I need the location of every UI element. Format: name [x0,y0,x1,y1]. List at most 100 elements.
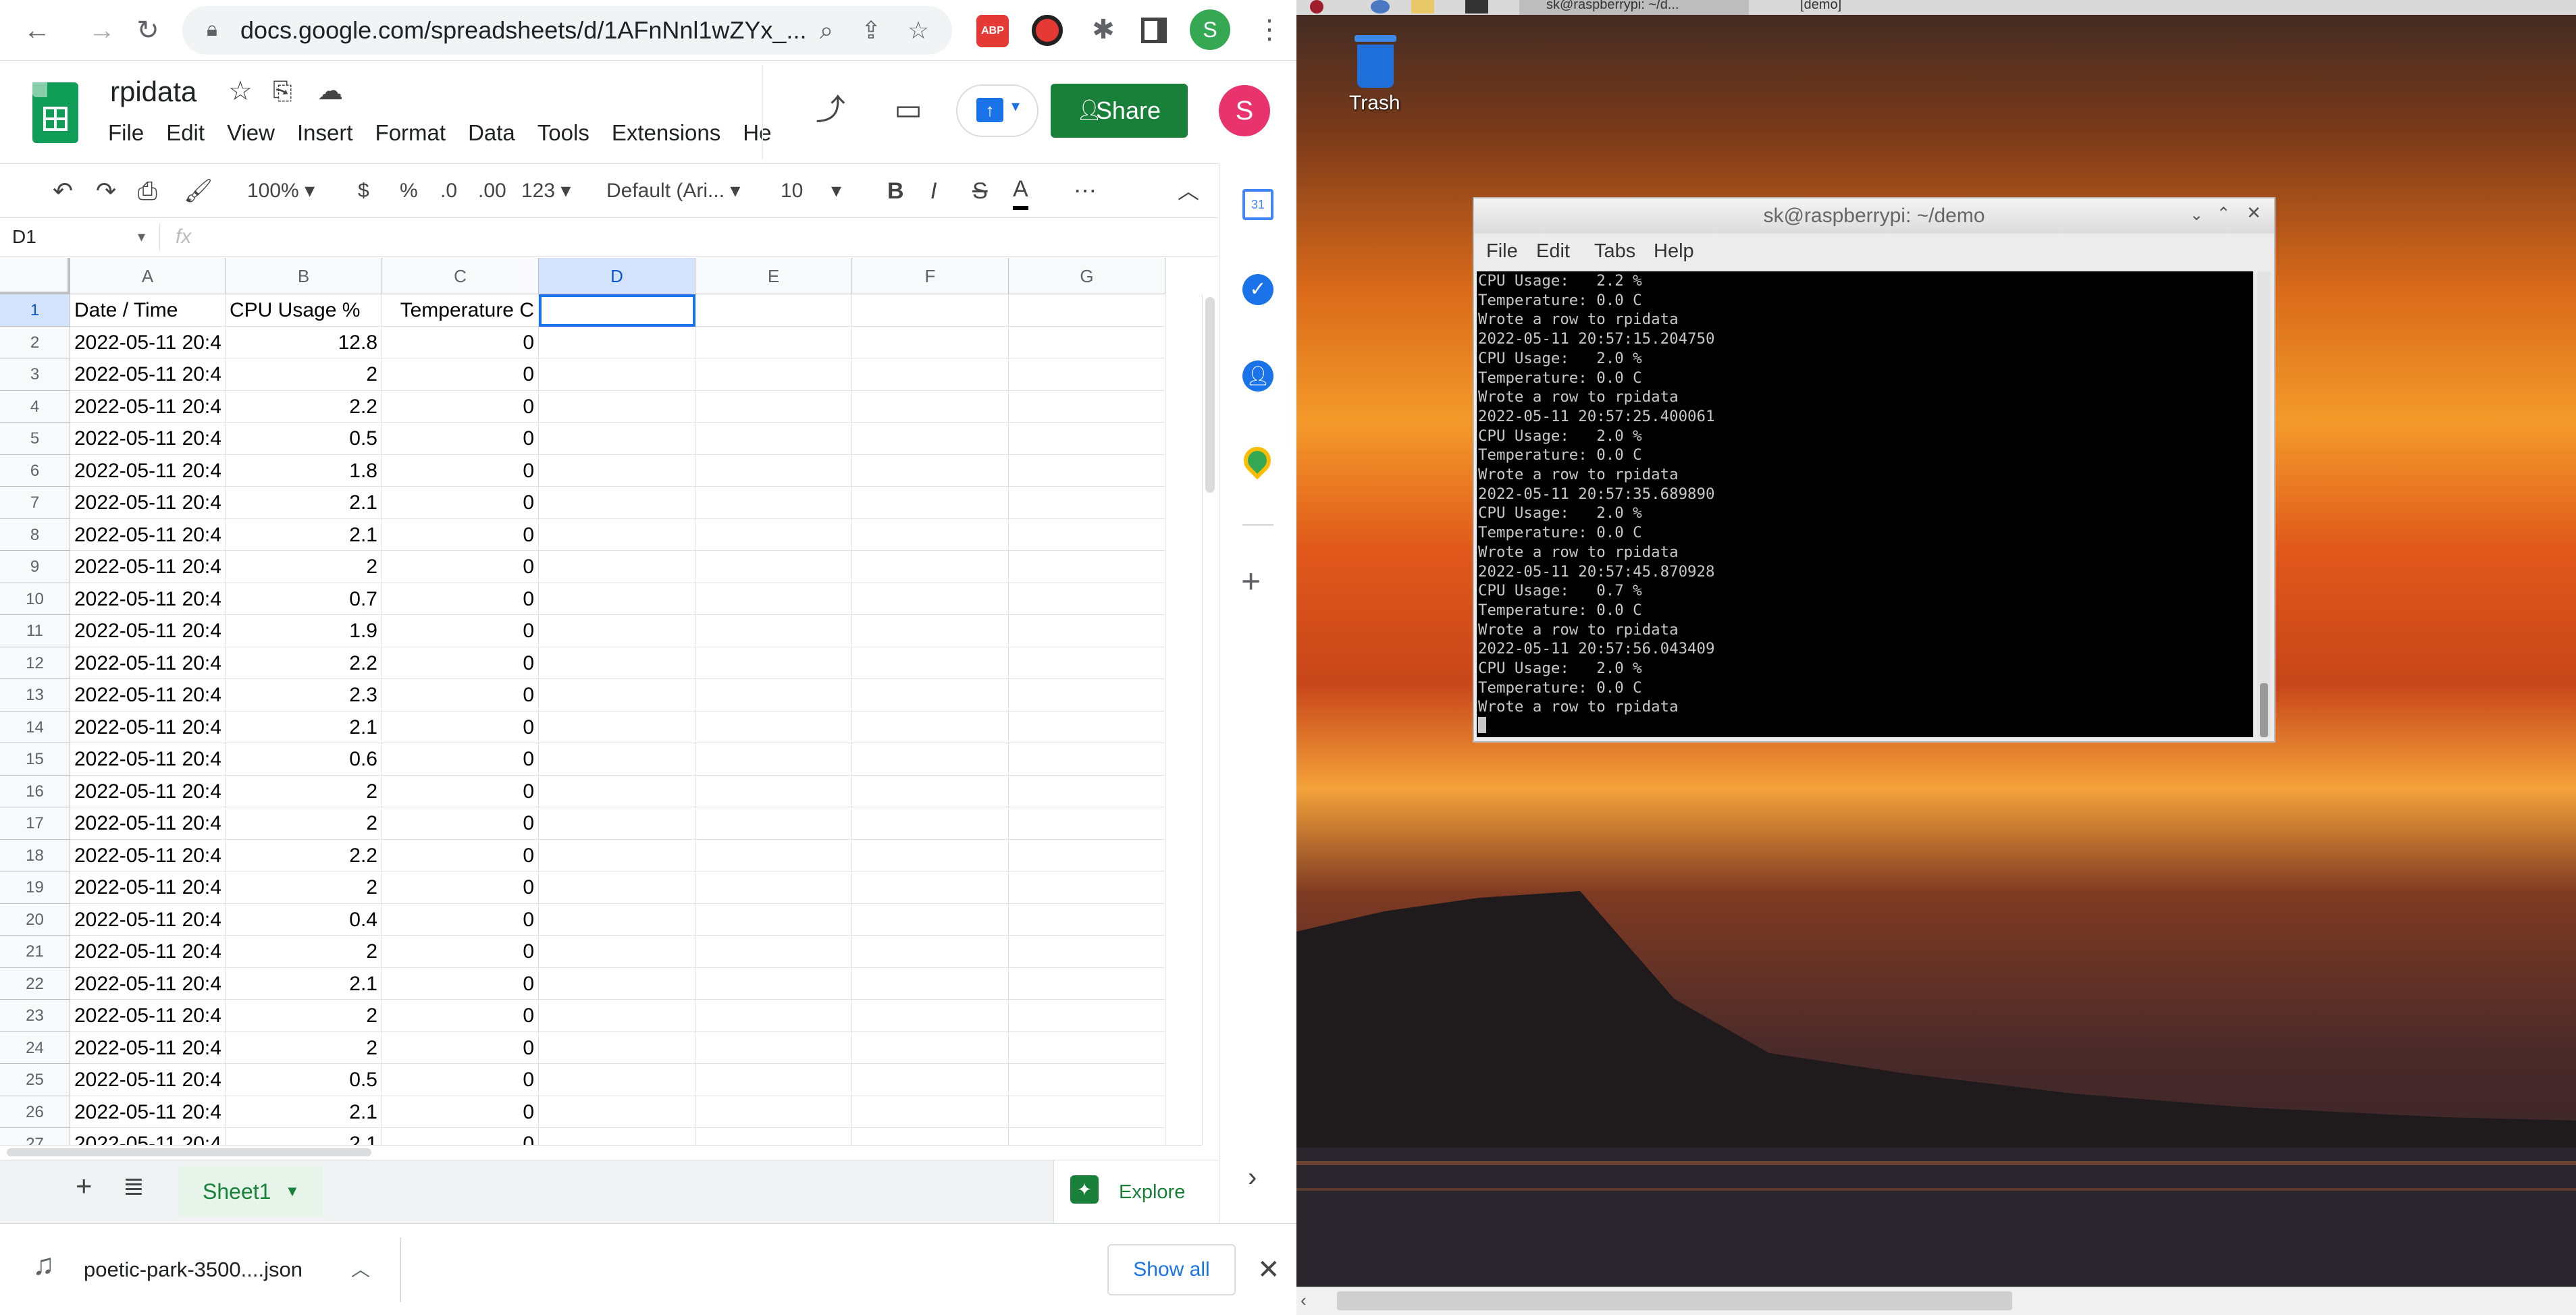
table-cell[interactable]: 0 [382,871,539,904]
table-cell[interactable] [695,807,852,840]
row-header[interactable]: 3 [0,358,70,391]
table-cell[interactable] [695,615,852,647]
table-cell[interactable]: 0 [382,390,539,423]
table-cell[interactable] [539,1064,695,1096]
table-cell[interactable] [539,326,695,358]
table-cell[interactable] [539,615,695,647]
table-cell[interactable]: 2.2 [226,839,382,871]
table-cell[interactable]: 2022-05-11 20:4 [70,487,226,519]
row-header[interactable]: 12 [0,647,70,679]
table-cell[interactable] [1009,615,1165,647]
table-cell[interactable]: 0 [382,807,539,840]
row-header[interactable]: 14 [0,711,70,743]
table-cell[interactable] [1009,839,1165,871]
row-header[interactable]: 7 [0,487,70,519]
table-cell[interactable] [1009,967,1165,1000]
row-header[interactable]: 24 [0,1031,70,1064]
row-header[interactable]: 11 [0,615,70,647]
table-cell[interactable]: 0 [382,454,539,487]
table-cell[interactable]: 2022-05-11 20:4 [70,743,226,776]
table-cell[interactable]: 2022-05-11 20:4 [70,936,226,968]
table-cell[interactable]: 2 [226,1031,382,1064]
table-cell[interactable] [852,615,1009,647]
table-cell[interactable] [1009,454,1165,487]
table-cell[interactable]: 12.8 [226,326,382,358]
table-cell[interactable] [852,390,1009,423]
table-cell[interactable] [852,1031,1009,1064]
table-cell[interactable] [852,807,1009,840]
table-cell[interactable] [539,936,695,968]
table-cell[interactable] [852,583,1009,615]
row-header[interactable]: 4 [0,390,70,423]
table-cell[interactable] [852,1096,1009,1128]
table-cell[interactable] [852,711,1009,743]
vertical-scroll-thumb[interactable] [1205,297,1215,493]
table-cell[interactable] [852,551,1009,583]
browser-icon[interactable] [1371,0,1390,14]
table-cell[interactable] [852,871,1009,904]
table-cell[interactable] [695,903,852,936]
table-cell[interactable]: 2022-05-11 20:4 [70,326,226,358]
table-cell[interactable]: 0 [382,1064,539,1096]
table-cell[interactable]: 0.5 [226,423,382,455]
table-cell[interactable] [539,358,695,391]
table-cell[interactable] [695,1000,852,1032]
taskbar-folder-item[interactable]: [demo] [1769,0,1918,15]
table-cell[interactable] [695,839,852,871]
table-cell[interactable] [539,807,695,840]
table-cell[interactable] [695,871,852,904]
file-manager-icon[interactable] [1411,0,1434,14]
show-all-button[interactable]: Show all [1107,1244,1236,1295]
explore-button[interactable]: ✦ Explore [1053,1160,1219,1224]
terminal-launcher-icon[interactable] [1465,0,1488,14]
table-cell[interactable]: 0 [382,903,539,936]
table-cell[interactable] [852,1000,1009,1032]
table-cell[interactable]: 2022-05-11 20:4 [70,518,226,551]
table-cell[interactable] [852,903,1009,936]
table-cell[interactable] [695,936,852,968]
select-all-corner[interactable] [0,258,70,294]
table-cell[interactable]: 2022-05-11 20:4 [70,839,226,871]
table-cell[interactable]: 2.1 [226,518,382,551]
chrome-menu-icon[interactable]: ⋮ [1249,9,1290,50]
header-cell[interactable] [1009,294,1165,327]
table-cell[interactable] [539,711,695,743]
add-addon-icon[interactable]: + [1241,562,1261,601]
table-cell[interactable] [1009,1096,1165,1128]
terminal-menu-edit[interactable]: Edit [1536,234,1570,269]
table-cell[interactable]: 1.8 [226,454,382,487]
terminal-titlebar[interactable]: sk@raspberrypi: ~/demo [1474,198,2274,234]
row-header[interactable]: 23 [0,1000,70,1032]
row-header[interactable]: 1 [0,294,70,327]
table-cell[interactable]: 2022-05-11 20:4 [70,615,226,647]
table-cell[interactable]: 0 [382,487,539,519]
table-cell[interactable] [539,1096,695,1128]
row-header[interactable]: 16 [0,775,70,807]
row-header[interactable]: 9 [0,551,70,583]
table-cell[interactable] [695,967,852,1000]
table-cell[interactable] [1009,807,1165,840]
table-cell[interactable]: 0 [382,967,539,1000]
table-cell[interactable]: 0 [382,518,539,551]
maps-icon[interactable] [1238,441,1277,480]
table-cell[interactable] [695,743,852,776]
taskbar-terminal-item[interactable]: sk@raspberrypi: ~/d... [1519,0,1749,15]
table-cell[interactable] [852,518,1009,551]
table-cell[interactable]: 0.7 [226,583,382,615]
table-cell[interactable]: 2022-05-11 20:4 [70,423,226,455]
table-cell[interactable] [539,871,695,904]
table-cell[interactable]: 2 [226,936,382,968]
table-cell[interactable] [1009,871,1165,904]
table-cell[interactable] [852,839,1009,871]
table-cell[interactable] [852,358,1009,391]
column-header-b[interactable]: B [226,258,382,294]
table-cell[interactable] [695,358,852,391]
table-cell[interactable]: 2022-05-11 20:4 [70,1000,226,1032]
table-cell[interactable] [1009,326,1165,358]
contacts-icon[interactable]: 👤︎ [1242,360,1273,392]
desktop-scroll-thumb[interactable] [1337,1291,2012,1310]
tab-sheet1[interactable]: Sheet1 ▼ [178,1166,323,1217]
table-cell[interactable]: 2 [226,775,382,807]
table-cell[interactable]: 0 [382,647,539,679]
add-sheet-icon[interactable]: + [76,1170,93,1202]
